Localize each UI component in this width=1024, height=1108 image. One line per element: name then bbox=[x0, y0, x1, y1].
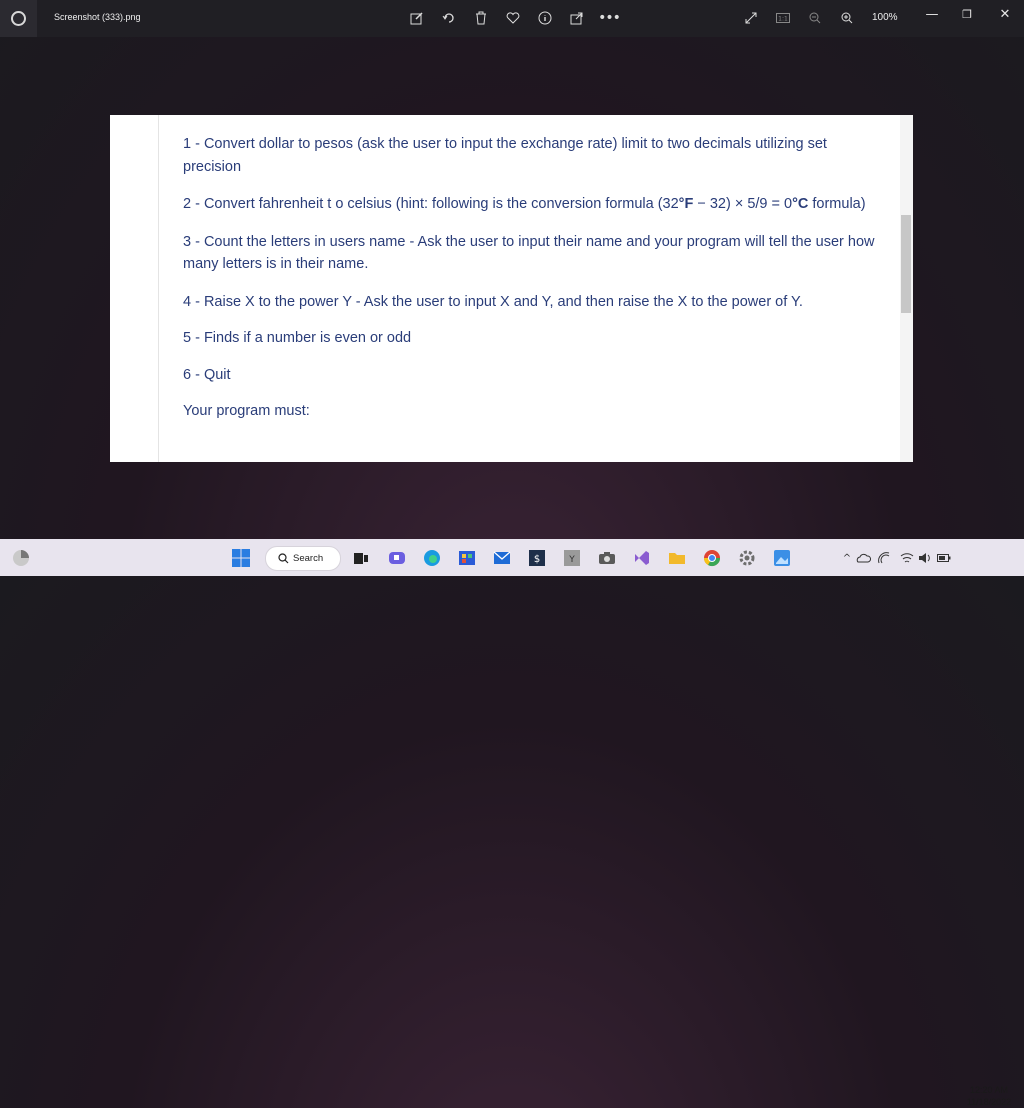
rotate-icon[interactable] bbox=[440, 9, 458, 27]
window-title: Screenshot (333).png bbox=[54, 12, 141, 22]
restore-button[interactable]: ❐ bbox=[952, 5, 982, 23]
chat-icon[interactable] bbox=[386, 547, 408, 569]
task-view-icon[interactable] bbox=[350, 547, 372, 569]
camera-icon[interactable] bbox=[596, 547, 618, 569]
info-icon[interactable] bbox=[536, 9, 554, 27]
svg-text:1:1: 1:1 bbox=[778, 16, 788, 23]
photos-app-icon[interactable] bbox=[0, 0, 37, 37]
list-item: 5 - Finds if a number is even or odd bbox=[183, 330, 412, 346]
edge-icon[interactable] bbox=[421, 547, 443, 569]
widgets-icon[interactable] bbox=[10, 547, 32, 569]
clock-time: 12:20 AM bbox=[969, 1085, 1009, 1095]
image-canvas: 1 - Convert dollar to pesos (ask the use… bbox=[110, 115, 913, 462]
mail-icon[interactable] bbox=[491, 547, 513, 569]
list-item: 4 - Raise X to the power Y - Ask the use… bbox=[183, 293, 803, 310]
battery-icon[interactable] bbox=[933, 547, 955, 569]
clock[interactable]: 12:20 AM 11/18/2022 bbox=[958, 1084, 1020, 1108]
scrollbar-thumb bbox=[901, 215, 911, 313]
minimize-button[interactable]: — bbox=[917, 5, 947, 23]
share-icon[interactable] bbox=[568, 9, 586, 27]
list-item: Your program must: bbox=[183, 403, 310, 419]
network-icon[interactable] bbox=[873, 547, 895, 569]
folder-icon[interactable] bbox=[666, 547, 688, 569]
yahoo-app-icon[interactable]: Y bbox=[561, 547, 583, 569]
terminal-app-icon[interactable]: $ bbox=[526, 547, 548, 569]
clock-date: 11/18/2022 bbox=[966, 1097, 1012, 1107]
list-item: 6 - Quit bbox=[183, 366, 231, 383]
search-label: Search bbox=[293, 553, 324, 564]
taskbar: $ Y ^ 12:20 AM 11/18/2022 bbox=[0, 539, 1024, 1107]
svg-text:Y: Y bbox=[568, 555, 575, 565]
document-content: 1 - Convert dollar to pesos (ask the use… bbox=[183, 133, 883, 437]
delete-icon[interactable] bbox=[472, 9, 490, 27]
actual-size-icon[interactable]: 1:1 bbox=[774, 9, 792, 27]
zoom-in-icon[interactable] bbox=[838, 9, 856, 27]
document-margin bbox=[110, 115, 159, 462]
settings-icon[interactable] bbox=[736, 547, 758, 569]
search-box[interactable]: Search bbox=[265, 546, 341, 571]
search-icon bbox=[278, 553, 289, 564]
close-button[interactable]: ✕ bbox=[990, 5, 1020, 23]
more-icon[interactable]: ••• bbox=[598, 9, 621, 27]
start-icon[interactable] bbox=[230, 547, 252, 569]
edit-icon[interactable] bbox=[408, 9, 426, 27]
list-item: 3 - Count the letters in users name - As… bbox=[183, 233, 875, 273]
chrome-icon[interactable] bbox=[701, 547, 723, 569]
title-bar: Screenshot (333).png ••• 1:1 100% — ❐ ✕ bbox=[0, 0, 1024, 37]
zoom-out-icon[interactable] bbox=[806, 9, 824, 27]
fullscreen-icon[interactable] bbox=[742, 9, 760, 27]
list-item: 2 - Convert fahrenheit t o celsius (hint… bbox=[183, 196, 866, 212]
zoom-level[interactable]: 100% bbox=[872, 12, 898, 23]
photos-app-icon[interactable] bbox=[771, 547, 793, 569]
favorite-icon[interactable] bbox=[504, 9, 522, 27]
list-item: 1 - Convert dollar to pesos (ask the use… bbox=[183, 136, 827, 175]
visual-studio-icon[interactable] bbox=[631, 547, 653, 569]
file-explorer-icon[interactable] bbox=[456, 547, 478, 569]
svg-text:$: $ bbox=[534, 554, 540, 565]
onedrive-icon[interactable] bbox=[852, 547, 874, 569]
